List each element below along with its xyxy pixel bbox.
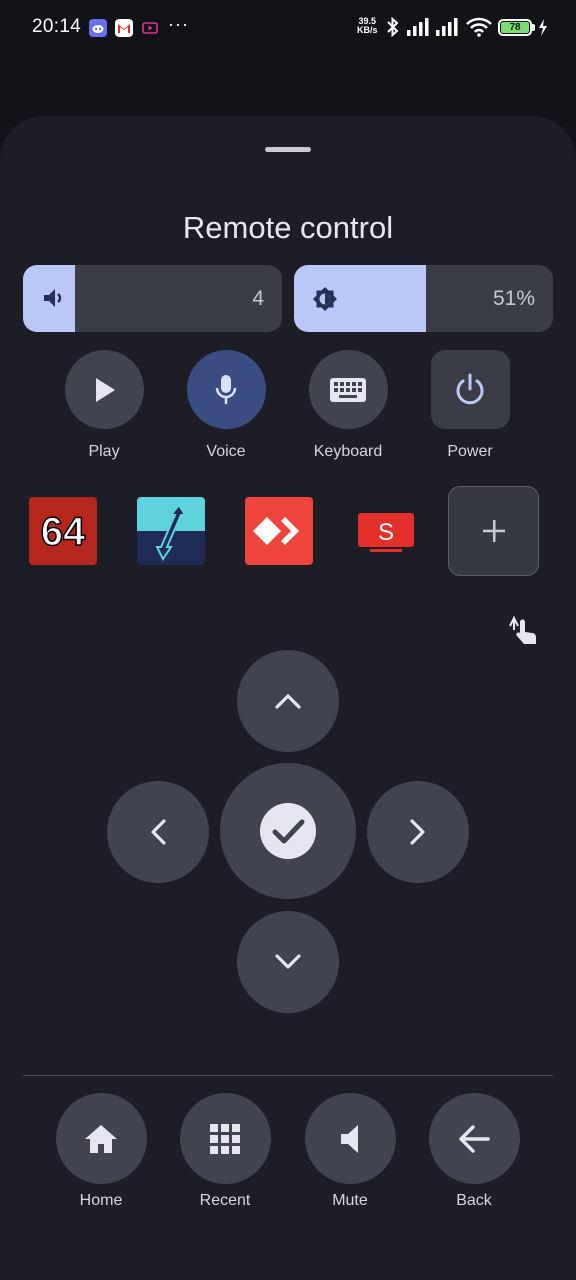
status-bar: 20:14 ··· 39.5 KB/s 78 xyxy=(0,0,576,56)
back-nav: Back xyxy=(419,1093,529,1210)
chevron-up-icon xyxy=(275,694,301,709)
recent-label: Recent xyxy=(199,1192,251,1209)
home-nav: Home xyxy=(46,1093,156,1210)
power-action: Power xyxy=(420,350,520,461)
svg-text:64: 64 xyxy=(41,510,86,554)
app-s-shortcut[interactable]: S xyxy=(352,497,420,565)
discord-notification-icon xyxy=(89,19,107,37)
keyboard-button[interactable] xyxy=(308,350,388,429)
dpad-left-button[interactable] xyxy=(107,781,209,883)
back-label: Back xyxy=(456,1192,492,1209)
dpad-up-button[interactable] xyxy=(237,650,339,752)
volume-value: 4 xyxy=(252,287,264,310)
volume-icon xyxy=(44,289,62,307)
chevron-left-icon xyxy=(151,819,166,845)
brightness-value: 51% xyxy=(492,287,535,310)
status-time: 20:14 xyxy=(32,16,82,37)
signal-icon-1 xyxy=(407,18,429,36)
home-label: Home xyxy=(79,1192,123,1209)
gmail-notification-icon xyxy=(115,19,133,37)
signal-icon-2 xyxy=(436,18,458,36)
play-action: Play xyxy=(54,350,154,461)
charging-icon xyxy=(539,19,547,36)
mute-button[interactable] xyxy=(304,1093,396,1184)
dpad-right-button[interactable] xyxy=(367,781,469,883)
video-notification-icon xyxy=(141,19,159,37)
divider xyxy=(23,1075,553,1076)
check-icon xyxy=(260,803,316,859)
recent-nav: Recent xyxy=(170,1093,280,1210)
brightness-icon xyxy=(313,287,337,311)
play-button[interactable] xyxy=(64,350,144,429)
dpad-down-button[interactable] xyxy=(237,911,339,1013)
wifi-icon xyxy=(466,17,492,37)
volume-slider[interactable]: 4 xyxy=(23,265,282,332)
power-label: Power xyxy=(447,443,493,460)
plus-icon xyxy=(482,520,505,542)
power-icon xyxy=(456,373,484,404)
drag-handle[interactable] xyxy=(265,147,311,152)
voice-label: Voice xyxy=(206,443,246,460)
anydesk-shortcut[interactable] xyxy=(245,497,313,565)
page-title: Remote control xyxy=(182,210,394,245)
play-icon xyxy=(96,377,115,402)
chevron-right-icon xyxy=(410,819,425,845)
back-button[interactable] xyxy=(428,1093,520,1184)
brightness-slider[interactable]: 51% xyxy=(294,265,553,332)
home-button[interactable] xyxy=(55,1093,147,1184)
keyboard-icon xyxy=(330,377,366,402)
add-app-button[interactable] xyxy=(448,486,539,576)
touchpad-mode-icon[interactable] xyxy=(506,614,544,650)
voice-action: Voice xyxy=(176,350,276,461)
back-arrow-icon xyxy=(459,1124,490,1153)
app-64-shortcut[interactable]: 64 xyxy=(29,497,97,565)
voice-button[interactable] xyxy=(186,350,266,429)
grid-icon xyxy=(210,1123,240,1154)
app-transfer-shortcut[interactable] xyxy=(137,497,205,565)
mute-label: Mute xyxy=(332,1192,368,1209)
home-icon xyxy=(85,1124,117,1153)
recent-button[interactable] xyxy=(179,1093,271,1184)
mute-icon xyxy=(341,1124,358,1153)
mute-nav: Mute xyxy=(295,1093,405,1210)
dpad-ok-button[interactable] xyxy=(220,763,356,899)
keyboard-label: Keyboard xyxy=(313,443,383,460)
svg-text:S: S xyxy=(378,519,394,546)
network-speed: 39.5 KB/s xyxy=(357,16,378,35)
more-notifications-icon: ··· xyxy=(168,14,189,34)
chevron-down-icon xyxy=(275,954,301,969)
power-button[interactable] xyxy=(430,350,510,429)
microphone-icon xyxy=(215,374,237,404)
keyboard-action: Keyboard xyxy=(298,350,398,461)
bluetooth-icon xyxy=(387,16,399,38)
battery-icon: 78 xyxy=(498,19,532,36)
play-label: Play xyxy=(88,443,120,460)
